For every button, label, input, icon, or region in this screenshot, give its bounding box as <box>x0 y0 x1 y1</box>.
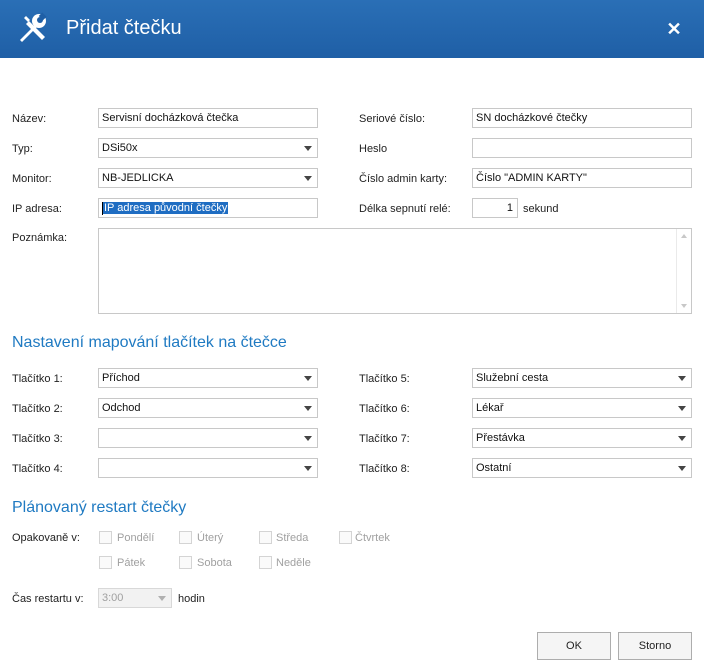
password-input[interactable] <box>472 138 692 158</box>
button-4-select[interactable] <box>98 458 318 478</box>
chevron-down-icon <box>304 406 312 411</box>
chevron-down-icon <box>304 466 312 471</box>
restart-time-unit: hodin <box>178 593 205 605</box>
button-1-select[interactable]: Příchod <box>98 368 318 388</box>
button-2-select[interactable]: Odchod <box>98 398 318 418</box>
scroll-up-icon[interactable] <box>681 234 687 238</box>
name-label: Název: <box>12 113 47 125</box>
checkbox-utery-label: Úterý <box>197 532 224 544</box>
checkbox-streda-label: Středa <box>276 532 309 544</box>
note-scrollbar[interactable] <box>676 229 691 313</box>
dialog-title: Přidat čtečku <box>66 17 182 39</box>
monitor-label: Monitor: <box>12 173 52 185</box>
checkbox-sobota-label: Sobota <box>197 557 232 569</box>
button-6-select[interactable]: Lékař <box>472 398 692 418</box>
monitor-select-value: NB-JEDLICKA <box>102 172 174 184</box>
serial-input[interactable]: SN docházkové čtečky <box>472 108 692 128</box>
checkbox-streda[interactable] <box>259 531 272 544</box>
checkbox-pondeli-label: Pondělí <box>117 532 155 544</box>
checkbox-nedele[interactable] <box>259 556 272 569</box>
monitor-select[interactable]: NB-JEDLICKA <box>98 168 318 188</box>
checkbox-ctvrtek[interactable] <box>339 531 352 544</box>
button-4-label: Tlačítko 4: <box>12 463 63 475</box>
wrench-screwdriver-icon <box>20 12 47 42</box>
dialog-titlebar: Přidat čtečku ✕ <box>0 0 704 58</box>
admin-card-label: Číslo admin karty: <box>359 173 448 185</box>
checkbox-utery[interactable] <box>179 531 192 544</box>
button-7-value: Přestávka <box>476 432 525 444</box>
button-5-label: Tlačítko 5: <box>359 373 410 385</box>
chevron-down-icon <box>678 466 686 471</box>
serial-label: Seriové číslo: <box>359 113 426 125</box>
restart-time-value: 3:00 <box>102 592 124 604</box>
relay-unit: sekund <box>523 203 559 215</box>
button-1-label: Tlačítko 1: <box>12 373 63 385</box>
type-select[interactable]: DSi50x <box>98 138 318 158</box>
password-label: Heslo <box>359 143 388 155</box>
chevron-down-icon <box>304 436 312 441</box>
ip-label: IP adresa: <box>12 203 62 215</box>
button-6-value: Lékař <box>476 402 504 414</box>
chevron-down-icon <box>678 406 686 411</box>
button-1-value: Příchod <box>102 372 140 384</box>
chevron-down-icon <box>304 376 312 381</box>
chevron-down-icon <box>678 376 686 381</box>
cancel-button[interactable]: Storno <box>618 632 692 660</box>
restart-time-select[interactable]: 3:00 <box>98 588 172 608</box>
admin-card-input[interactable]: Číslo "ADMIN KARTY" <box>472 168 692 188</box>
restart-time-label: Čas restartu v: <box>12 593 84 605</box>
name-input[interactable]: Servisní docházková čtečka <box>98 108 318 128</box>
button-2-value: Odchod <box>102 402 141 414</box>
button-3-label: Tlačítko 3: <box>12 433 63 445</box>
checkbox-sobota[interactable] <box>179 556 192 569</box>
button-2-label: Tlačítko 2: <box>12 403 63 415</box>
button-7-label: Tlačítko 7: <box>359 433 410 445</box>
note-label: Poznámka: <box>12 232 68 244</box>
ip-input-value: IP adresa původní čtečky <box>103 202 229 214</box>
chevron-down-icon <box>304 146 312 151</box>
checkbox-patek-label: Pátek <box>117 557 146 569</box>
close-icon[interactable]: ✕ <box>664 19 684 39</box>
checkbox-pondeli[interactable] <box>99 531 112 544</box>
ip-input[interactable]: IP adresa původní čtečky <box>98 198 318 218</box>
type-label: Typ: <box>12 143 33 155</box>
restart-section-title: Plánovaný restart čtečky <box>12 499 187 516</box>
note-textarea[interactable] <box>98 228 692 314</box>
button-8-value: Ostatní <box>476 462 512 474</box>
relay-label: Délka sepnutí relé: <box>359 203 451 215</box>
button-8-select[interactable]: Ostatní <box>472 458 692 478</box>
chevron-down-icon <box>158 596 166 601</box>
button-8-label: Tlačítko 8: <box>359 463 410 475</box>
scroll-down-icon[interactable] <box>681 304 687 308</box>
ok-button[interactable]: OK <box>537 632 611 660</box>
button-5-value: Služební cesta <box>476 372 549 384</box>
type-select-value: DSi50x <box>102 142 138 154</box>
chevron-down-icon <box>678 436 686 441</box>
checkbox-nedele-label: Neděle <box>276 557 311 569</box>
button-3-select[interactable] <box>98 428 318 448</box>
chevron-down-icon <box>304 176 312 181</box>
checkbox-patek[interactable] <box>99 556 112 569</box>
relay-input[interactable]: 1 <box>472 198 518 218</box>
button-7-select[interactable]: Přestávka <box>472 428 692 448</box>
button-5-select[interactable]: Služební cesta <box>472 368 692 388</box>
repeat-label: Opakovaně v: <box>12 532 80 544</box>
mapping-section-title: Nastavení mapování tlačítek na čtečce <box>12 334 287 351</box>
button-6-label: Tlačítko 6: <box>359 403 410 415</box>
checkbox-ctvrtek-label: Čtvrtek <box>355 532 390 544</box>
